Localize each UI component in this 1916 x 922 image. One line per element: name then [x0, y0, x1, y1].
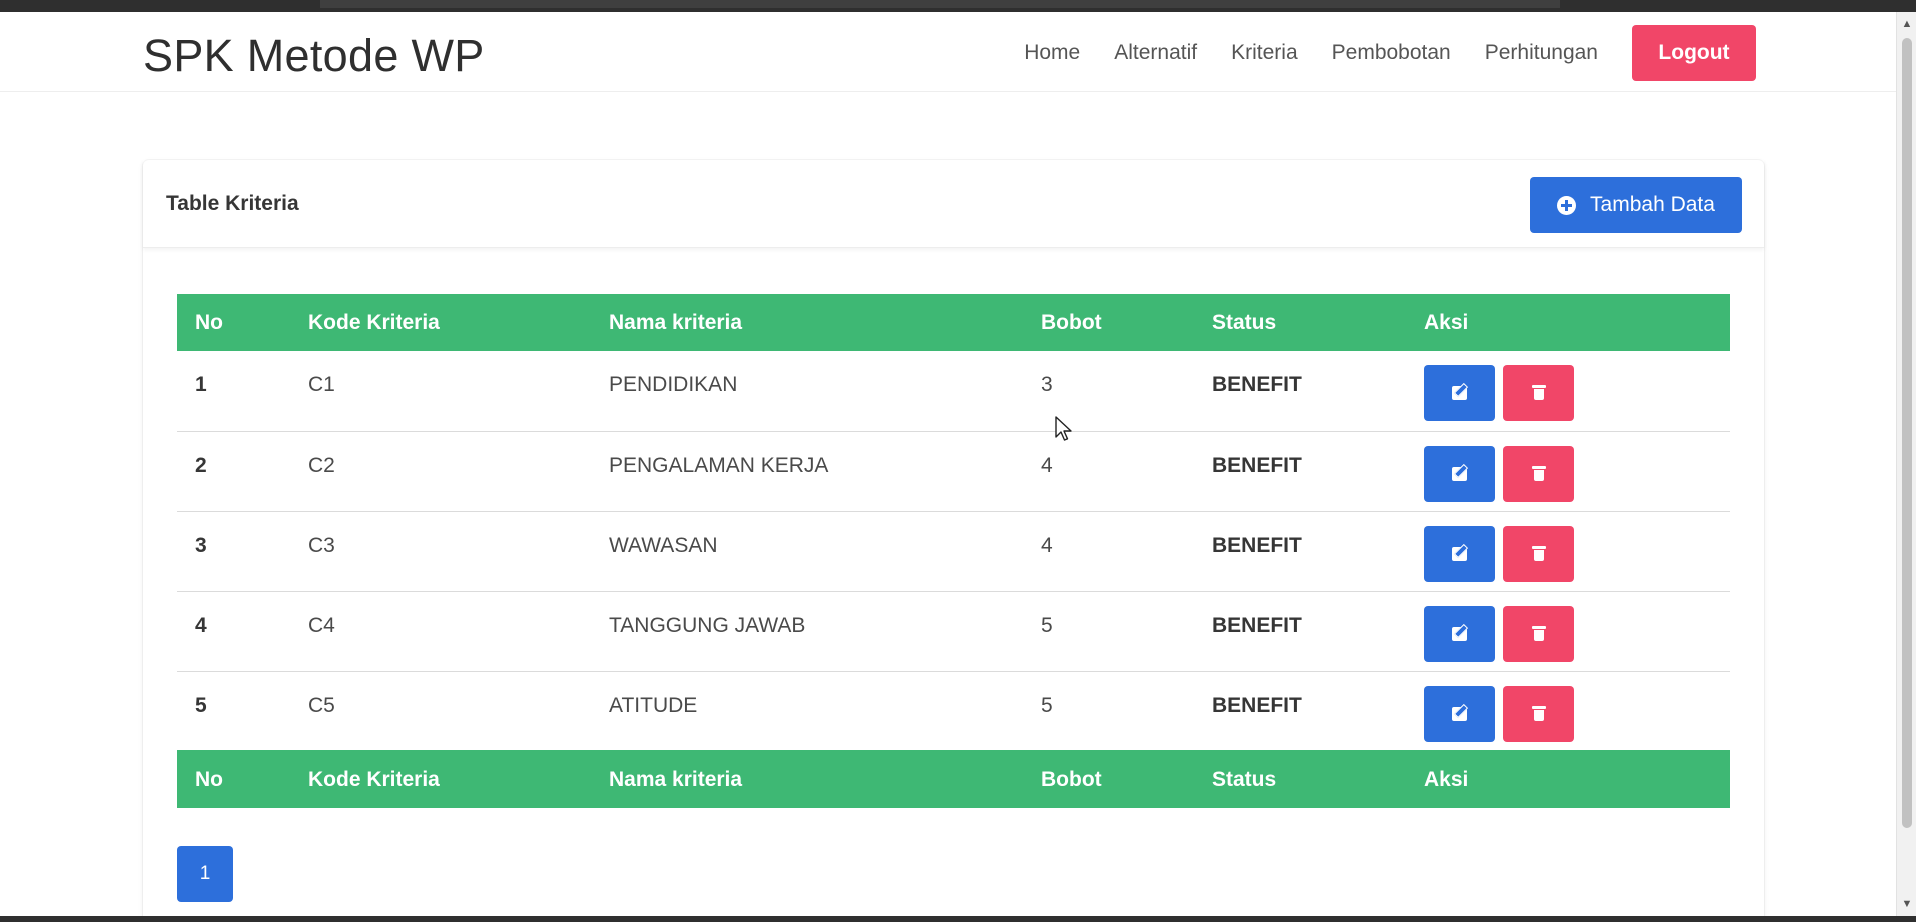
edit-button[interactable]	[1424, 365, 1495, 421]
table-row: 5 C5 ATITUDE 5 BENEFIT	[177, 671, 1730, 752]
table-body: 1 C1 PENDIDIKAN 3 BENEFIT 2 C2 PENGALAMA…	[177, 351, 1730, 752]
nav-link-pembobotan[interactable]: Pembobotan	[1332, 41, 1451, 65]
cell-status: BENEFIT	[1194, 591, 1406, 672]
trash-icon	[1532, 705, 1546, 721]
nav-links: Home Alternatif Kriteria Pembobotan Perh…	[990, 25, 1756, 81]
pagination: 1	[177, 846, 233, 902]
table-row: 4 C4 TANGGUNG JAWAB 5 BENEFIT	[177, 591, 1730, 672]
footer-status: Status	[1194, 751, 1406, 808]
logout-button[interactable]: Logout	[1632, 25, 1756, 81]
cell-no: 3	[177, 511, 290, 592]
delete-button[interactable]	[1503, 445, 1574, 502]
table-row: 1 C1 PENDIDIKAN 3 BENEFIT	[177, 351, 1730, 432]
header-aksi: Aksi	[1406, 294, 1730, 351]
trash-icon	[1532, 545, 1546, 561]
window-bottom-frame	[0, 916, 1916, 922]
header-status: Status	[1194, 294, 1406, 351]
edit-icon	[1452, 386, 1467, 400]
trash-icon	[1532, 625, 1546, 641]
tambah-data-button[interactable]: Tambah Data	[1530, 177, 1742, 233]
cell-kode: C1	[290, 351, 591, 432]
delete-button[interactable]	[1503, 525, 1574, 582]
card-header: Table Kriteria Tambah Data	[143, 160, 1764, 248]
browser-viewport: SPK Metode WP Home Alternatif Kriteria P…	[0, 12, 1896, 916]
footer-no: No	[177, 751, 290, 808]
page-button-1[interactable]: 1	[177, 846, 233, 902]
cell-nama: PENGALAMAN KERJA	[591, 431, 1023, 512]
cell-bobot: 3	[1023, 351, 1194, 432]
plus-circle-icon	[1557, 195, 1577, 215]
footer-bobot: Bobot	[1023, 751, 1194, 808]
edit-button[interactable]	[1424, 445, 1495, 502]
edit-icon	[1452, 546, 1467, 561]
cell-nama: PENDIDIKAN	[591, 351, 1023, 432]
nav-link-kriteria[interactable]: Kriteria	[1231, 41, 1298, 65]
trash-icon	[1532, 465, 1546, 481]
delete-button[interactable]	[1503, 605, 1574, 662]
table-footer-row: No Kode Kriteria Nama kriteria Bobot Sta…	[177, 751, 1730, 808]
cell-aksi	[1406, 511, 1730, 592]
card-title: Table Kriteria	[166, 192, 299, 215]
cell-aksi	[1406, 431, 1730, 512]
scroll-down-icon[interactable]: ▼	[1897, 894, 1916, 914]
cell-status: BENEFIT	[1194, 511, 1406, 592]
cell-status: BENEFIT	[1194, 431, 1406, 512]
navbar: SPK Metode WP Home Alternatif Kriteria P…	[0, 12, 1896, 92]
cell-nama: TANGGUNG JAWAB	[591, 591, 1023, 672]
trash-icon	[1532, 385, 1546, 400]
scroll-up-icon[interactable]: ▲	[1897, 14, 1916, 34]
edit-button[interactable]	[1424, 525, 1495, 582]
scrollbar-thumb[interactable]	[1902, 38, 1912, 828]
cell-no: 1	[177, 351, 290, 432]
cell-aksi	[1406, 351, 1730, 432]
cell-bobot: 4	[1023, 511, 1194, 592]
header-nama-kriteria: Nama kriteria	[591, 294, 1023, 351]
cell-kode: C5	[290, 671, 591, 752]
cell-bobot: 5	[1023, 671, 1194, 752]
footer-nama-kriteria: Nama kriteria	[591, 751, 1023, 808]
header-no: No	[177, 294, 290, 351]
cell-aksi	[1406, 591, 1730, 672]
nav-link-alternatif[interactable]: Alternatif	[1114, 41, 1197, 65]
table-foot: No Kode Kriteria Nama kriteria Bobot Sta…	[177, 751, 1730, 808]
cell-status: BENEFIT	[1194, 351, 1406, 432]
delete-button[interactable]	[1503, 685, 1574, 742]
header-kode-kriteria: Kode Kriteria	[290, 294, 591, 351]
header-bobot: Bobot	[1023, 294, 1194, 351]
brand-title[interactable]: SPK Metode WP	[143, 30, 485, 82]
edit-icon	[1452, 706, 1467, 721]
cell-bobot: 5	[1023, 591, 1194, 672]
footer-aksi: Aksi	[1406, 751, 1730, 808]
edit-icon	[1452, 466, 1467, 481]
cell-no: 5	[177, 671, 290, 752]
cell-kode: C2	[290, 431, 591, 512]
table-row: 2 C2 PENGALAMAN KERJA 4 BENEFIT	[177, 431, 1730, 512]
edit-icon	[1452, 626, 1467, 641]
nav-link-perhitungan[interactable]: Perhitungan	[1485, 41, 1598, 65]
window-title-bar	[320, 0, 1560, 8]
cell-kode: C3	[290, 511, 591, 592]
kriteria-table: No Kode Kriteria Nama kriteria Bobot Sta…	[177, 294, 1730, 808]
cell-bobot: 4	[1023, 431, 1194, 512]
nav-link-home[interactable]: Home	[1024, 41, 1080, 65]
cell-aksi	[1406, 671, 1730, 752]
edit-button[interactable]	[1424, 685, 1495, 742]
table-header-row: No Kode Kriteria Nama kriteria Bobot Sta…	[177, 294, 1730, 351]
page-scrollbar[interactable]: ▲ ▼	[1896, 12, 1916, 916]
kriteria-card: Table Kriteria Tambah Data No Kode Krite…	[143, 160, 1764, 916]
edit-button[interactable]	[1424, 605, 1495, 662]
window-top-frame	[0, 0, 1916, 12]
delete-button[interactable]	[1503, 365, 1574, 421]
footer-kode-kriteria: Kode Kriteria	[290, 751, 591, 808]
cell-nama: ATITUDE	[591, 671, 1023, 752]
cell-nama: WAWASAN	[591, 511, 1023, 592]
cell-status: BENEFIT	[1194, 671, 1406, 752]
table-head: No Kode Kriteria Nama kriteria Bobot Sta…	[177, 294, 1730, 351]
cell-no: 2	[177, 431, 290, 512]
cell-no: 4	[177, 591, 290, 672]
table-row: 3 C3 WAWASAN 4 BENEFIT	[177, 511, 1730, 592]
cell-kode: C4	[290, 591, 591, 672]
mouse-cursor-icon	[1055, 416, 1072, 441]
tambah-data-label: Tambah Data	[1590, 193, 1715, 216]
